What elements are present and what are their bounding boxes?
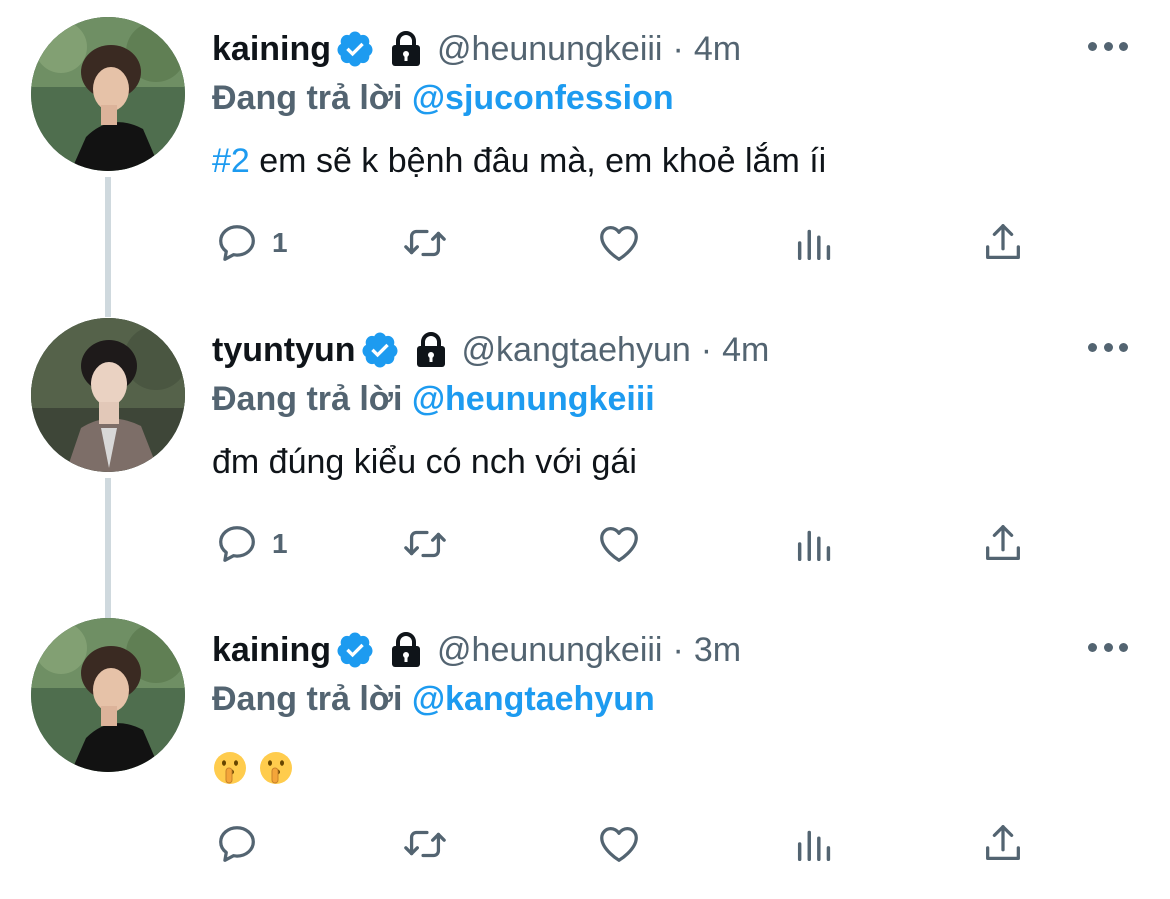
avatar-photo [31, 618, 185, 772]
verified-badge-icon [337, 632, 373, 668]
lock-icon [392, 31, 421, 66]
share-button[interactable] [980, 217, 1026, 269]
like-button[interactable] [596, 518, 642, 570]
replying-to: Đang trả lời @kangtaehyun [212, 677, 655, 721]
views-icon [797, 229, 831, 261]
display-name[interactable]: kaining [212, 628, 331, 672]
user-handle[interactable]: @heunungkeiii [437, 27, 662, 71]
reply-count: 1 [272, 227, 288, 258]
replying-to-label: Đang trả lời [212, 79, 403, 117]
avatar[interactable] [31, 17, 185, 171]
tweet[interactable]: kaining @heunungkeiii · 3m Đang trả lời … [0, 618, 1170, 899]
more-icon[interactable] [1088, 340, 1128, 354]
tweet-text [212, 750, 294, 786]
share-button[interactable] [980, 818, 1026, 870]
display-name[interactable]: tyuntyun [212, 328, 356, 372]
reply-button[interactable]: 1 [214, 217, 288, 269]
reply-button[interactable]: 1 [214, 518, 288, 570]
verified-badge-icon [362, 332, 398, 368]
lock-icon [416, 332, 445, 367]
user-handle[interactable]: @kangtaehyun [462, 328, 691, 372]
tweet-text: đm đúng kiểu có nch với gái [212, 440, 637, 484]
more-icon[interactable] [1088, 39, 1128, 53]
replying-to: Đang trả lời @heunungkeiii [212, 377, 655, 421]
tweet[interactable]: kaining @heunungkeiii · 4m Đang trả lời … [0, 17, 1170, 317]
retweet-icon [404, 830, 446, 858]
avatar[interactable] [31, 318, 185, 472]
timestamp[interactable]: 3m [694, 628, 741, 672]
views-icon [797, 530, 831, 562]
avatar-photo [31, 17, 185, 171]
more-icon[interactable] [1088, 640, 1128, 654]
tweet[interactable]: tyuntyun @kangtaehyun · 4m Đang trả lời … [0, 318, 1170, 618]
tweet-header: kaining @heunungkeiii · 3m [212, 628, 741, 672]
views-button[interactable] [792, 518, 838, 570]
thread-line [105, 177, 111, 317]
retweet-button[interactable] [402, 518, 448, 570]
reply-icon [219, 526, 255, 562]
tweet-text-content: đm đúng kiểu có nch với gái [212, 443, 637, 481]
verified-badge-icon [337, 31, 373, 67]
tweet-actions [212, 818, 1042, 870]
share-icon [986, 224, 1020, 260]
replying-to: Đang trả lời @sjuconfession [212, 76, 674, 120]
mention-link[interactable]: @sjuconfession [412, 79, 674, 117]
share-icon [986, 525, 1020, 561]
reply-count: 1 [272, 528, 288, 559]
like-button[interactable] [596, 217, 642, 269]
share-icon [986, 825, 1020, 861]
display-name[interactable]: kaining [212, 27, 331, 71]
tweet-text: #2 em sẽ k bệnh đâu mà, em khoẻ lắm íi [212, 139, 826, 183]
like-icon [600, 226, 638, 261]
thread-line [105, 478, 111, 618]
like-icon [600, 527, 638, 562]
separator-dot: · [672, 631, 684, 669]
hashtag-link[interactable]: #2 [212, 142, 250, 180]
reply-icon [219, 225, 255, 261]
tweet-header: tyuntyun @kangtaehyun · 4m [212, 328, 769, 372]
like-button[interactable] [596, 818, 642, 870]
views-button[interactable] [792, 818, 838, 870]
shushing-face-emoji [214, 752, 246, 784]
like-icon [600, 827, 638, 862]
tweet-actions: 1 [212, 518, 1042, 570]
separator-dot: · [700, 331, 713, 369]
retweet-button[interactable] [402, 217, 448, 269]
avatar-photo [31, 318, 185, 472]
share-button[interactable] [980, 518, 1026, 570]
tweet-text-content: em sẽ k bệnh đâu mà, em khoẻ lắm íi [249, 142, 827, 180]
user-handle[interactable]: @heunungkeiii [437, 628, 662, 672]
timestamp[interactable]: 4m [694, 27, 741, 71]
timestamp[interactable]: 4m [722, 328, 769, 372]
replying-to-label: Đang trả lời [212, 680, 403, 718]
replying-to-label: Đang trả lời [212, 380, 403, 418]
reply-button[interactable] [214, 818, 272, 870]
views-button[interactable] [792, 217, 838, 269]
separator-dot: · [672, 30, 684, 68]
mention-link[interactable]: @kangtaehyun [412, 680, 655, 718]
mention-link[interactable]: @heunungkeiii [412, 380, 655, 418]
retweet-button[interactable] [402, 818, 448, 870]
views-icon [797, 830, 831, 862]
lock-icon [392, 632, 421, 667]
tweet-actions: 1 [212, 217, 1042, 269]
conversation-thread: kaining @heunungkeiii · 4m Đang trả lời … [0, 0, 1170, 899]
reply-icon [219, 826, 255, 862]
tweet-header: kaining @heunungkeiii · 4m [212, 27, 741, 71]
retweet-icon [404, 229, 446, 257]
retweet-icon [404, 530, 446, 558]
shushing-face-emoji [260, 752, 292, 784]
avatar[interactable] [31, 618, 185, 772]
